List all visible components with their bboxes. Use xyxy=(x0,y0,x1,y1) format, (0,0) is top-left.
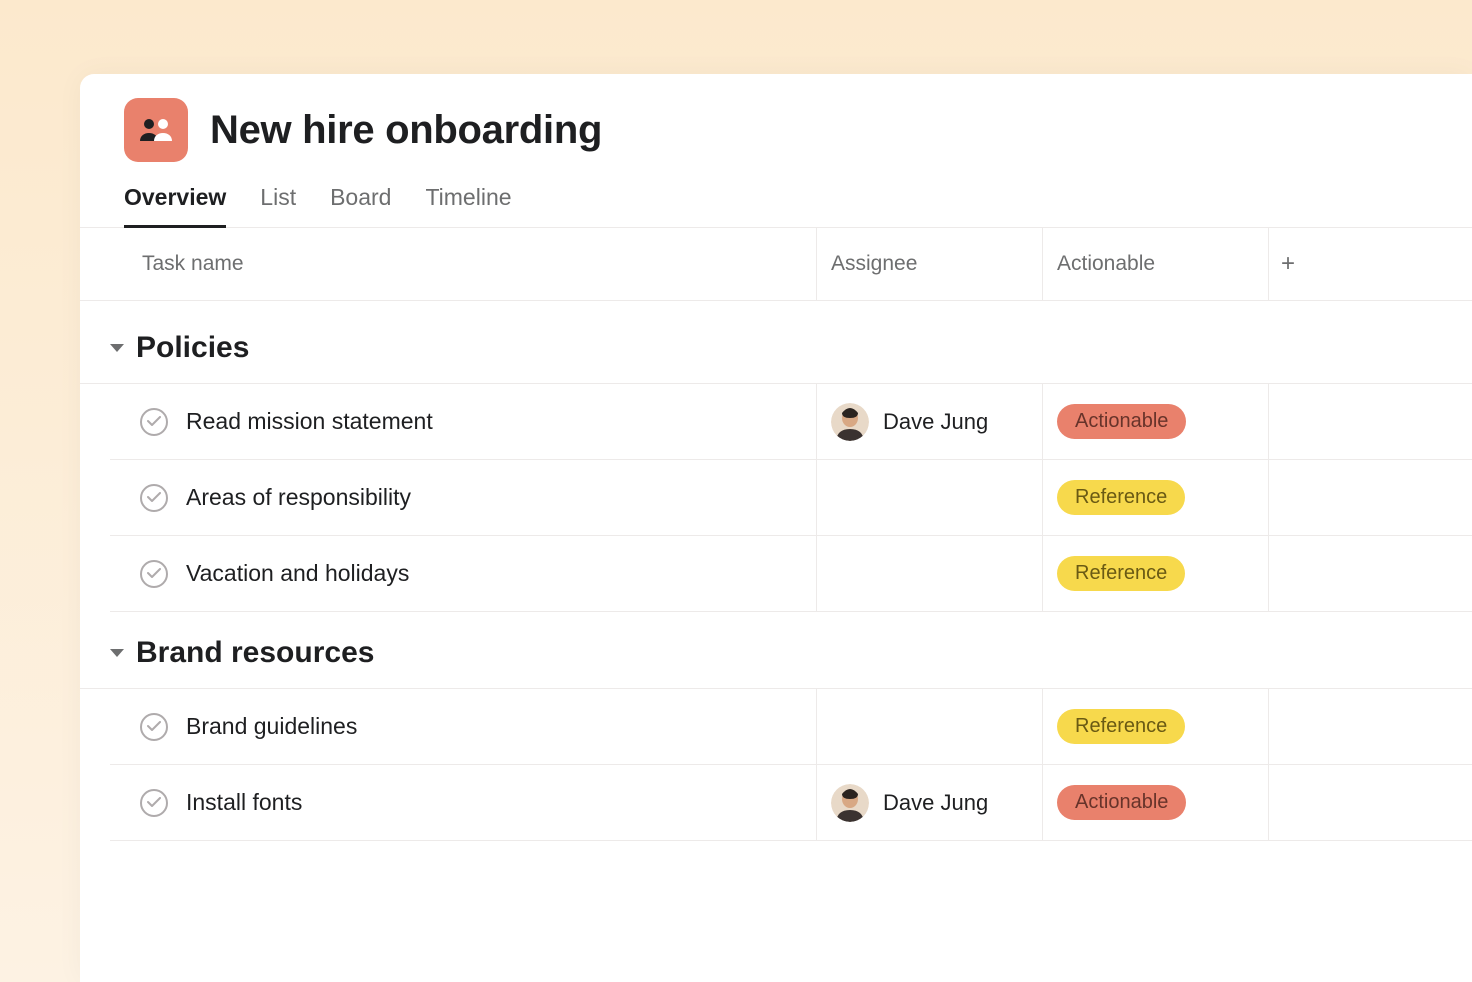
project-icon xyxy=(124,98,188,162)
assignee-name: Dave Jung xyxy=(883,790,988,816)
section-header[interactable]: Brand resources xyxy=(80,612,1472,689)
tag-pill[interactable]: Reference xyxy=(1057,480,1185,515)
avatar xyxy=(831,784,869,822)
task-row[interactable]: Vacation and holidays Reference xyxy=(110,536,1472,612)
complete-toggle[interactable] xyxy=(140,484,168,512)
complete-toggle[interactable] xyxy=(140,560,168,588)
tag-pill[interactable]: Actionable xyxy=(1057,404,1186,439)
tag-pill[interactable]: Actionable xyxy=(1057,785,1186,820)
task-row[interactable]: Brand guidelines Reference xyxy=(110,689,1472,765)
caret-down-icon xyxy=(110,344,124,352)
add-column-button[interactable]: + xyxy=(1281,250,1295,278)
task-name: Areas of responsibility xyxy=(186,484,411,511)
tab-overview[interactable]: Overview xyxy=(124,184,226,228)
complete-toggle[interactable] xyxy=(140,789,168,817)
tag-pill[interactable]: Reference xyxy=(1057,556,1185,591)
people-icon xyxy=(139,117,173,143)
tab-timeline[interactable]: Timeline xyxy=(425,184,511,228)
column-actionable: Actionable xyxy=(1057,252,1155,276)
table-header: Task name Assignee Actionable + xyxy=(80,227,1472,301)
complete-toggle[interactable] xyxy=(140,713,168,741)
project-title: New hire onboarding xyxy=(210,108,602,153)
complete-toggle[interactable] xyxy=(140,408,168,436)
task-name: Vacation and holidays xyxy=(186,560,409,587)
section-title: Brand resources xyxy=(136,636,374,670)
task-name: Read mission statement xyxy=(186,408,433,435)
tab-list[interactable]: List xyxy=(260,184,296,228)
sections-container: Policies Read mission statement Dave Jun… xyxy=(80,301,1472,841)
tag-pill[interactable]: Reference xyxy=(1057,709,1185,744)
column-assignee: Assignee xyxy=(831,252,917,276)
task-name: Brand guidelines xyxy=(186,713,357,740)
tab-board[interactable]: Board xyxy=(330,184,391,228)
task-row[interactable]: Areas of responsibility Reference xyxy=(110,460,1472,536)
caret-down-icon xyxy=(110,649,124,657)
section-header[interactable]: Policies xyxy=(80,301,1472,384)
task-name: Install fonts xyxy=(186,789,302,816)
assignee-name: Dave Jung xyxy=(883,409,988,435)
app-frame: New hire onboarding Overview List Board … xyxy=(80,74,1472,982)
project-header: New hire onboarding xyxy=(80,74,1472,162)
task-row[interactable]: Read mission statement Dave Jung Actiona… xyxy=(110,384,1472,460)
column-task: Task name xyxy=(142,252,244,276)
tabs: Overview List Board Timeline xyxy=(80,162,1472,228)
avatar xyxy=(831,403,869,441)
task-row[interactable]: Install fonts Dave Jung Actionable xyxy=(110,765,1472,841)
section-title: Policies xyxy=(136,331,249,365)
